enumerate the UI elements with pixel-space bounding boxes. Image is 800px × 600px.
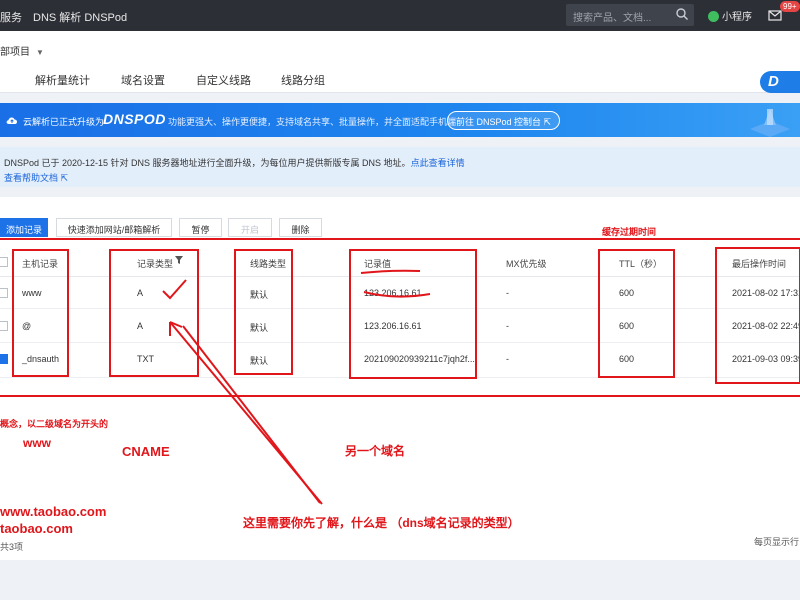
page-size-label: 每页显示行 — [754, 537, 800, 547]
search-placeholder: 搜索产品、文档... — [573, 13, 652, 24]
enable-button[interactable]: 开启 — [228, 218, 272, 237]
select-all-checkbox[interactable] — [0, 257, 8, 267]
search-icon[interactable] — [675, 7, 689, 21]
cloud-upload-icon — [6, 117, 18, 124]
notice-line: DNSPod 已于 2020-12-15 针对 DNS 服务器地址进行全面升级，… — [4, 156, 465, 169]
cell-value: 123.206.16.61 — [364, 288, 422, 298]
tab-custom-lines[interactable]: 自定义线路 — [196, 72, 251, 88]
delete-button[interactable]: 删除 — [279, 218, 322, 237]
cell-time: 2021-08-02 17:31 — [732, 288, 800, 298]
cell-line: 默认 — [250, 290, 269, 300]
pause-button[interactable]: 暂停 — [179, 218, 222, 237]
row-checkbox-checked[interactable] — [0, 354, 8, 364]
row-divider — [0, 342, 800, 343]
cell-value: 123.206.16.61 — [364, 321, 422, 331]
column-type: 记录类型 — [137, 259, 174, 269]
cell-type: TXT — [137, 354, 154, 364]
row-checkbox[interactable] — [0, 288, 8, 298]
cell-type: A — [137, 288, 144, 298]
filter-icon[interactable] — [174, 255, 184, 265]
tab-line-groups[interactable]: 线路分组 — [281, 72, 325, 88]
add-record-button[interactable]: 添加记录 — [0, 218, 48, 237]
chevron-down-icon: ▼ — [36, 48, 44, 57]
cell-host[interactable]: @ — [22, 321, 31, 331]
column-last-modified: 最后操作时间 — [732, 259, 787, 269]
product-name[interactable]: DNS 解析 DNSPod — [33, 9, 127, 25]
records-panel: 添加记录 快速添加网站/邮箱解析 暂停 开启 删除 主机记录 记录类型 线路类型… — [0, 197, 800, 560]
column-ttl: TTL（秒） — [619, 259, 663, 269]
banner-text: 云解析已正式升级为 — [23, 117, 105, 127]
go-dnspod-console-label: 前往 DNSPod 控制台 — [456, 117, 542, 127]
header-divider — [0, 276, 800, 277]
cell-mx: - — [506, 321, 509, 331]
project-selector[interactable]: 部项目 ▼ — [0, 43, 44, 58]
column-value: 记录值 — [364, 259, 392, 269]
total-count: 共3项 — [0, 542, 24, 552]
column-line: 线路类型 — [250, 259, 287, 269]
banner-description: 功能更强大、操作更便捷，支持域名共享、批量操作，并全面适配手机端 — [168, 117, 457, 127]
column-mx: MX优先级 — [506, 259, 547, 269]
page-header: 部项目 ▼ 解析量统计 域名设置 自定义线路 线路分组 D — [0, 31, 800, 93]
cell-mx: - — [506, 288, 509, 298]
cell-mx: - — [506, 354, 509, 364]
cell-ttl: 600 — [619, 288, 635, 298]
dnspod-brand: DNSPOD — [103, 111, 166, 127]
services-link[interactable]: 服务 — [0, 9, 22, 25]
row-divider — [0, 308, 800, 309]
notice-details-link[interactable]: 点此查看详情 — [411, 158, 465, 168]
search-input[interactable]: 搜索产品、文档... — [566, 4, 694, 26]
cell-line: 默认 — [250, 323, 269, 333]
annotation-cache-expiry: 缓存过期时间 — [602, 227, 657, 237]
row-divider — [0, 377, 800, 378]
row-checkbox[interactable] — [0, 321, 8, 331]
dnspod-logo: D — [760, 71, 800, 93]
cell-time: 2021-08-02 22:49 — [732, 321, 800, 331]
go-dnspod-console-button[interactable]: 前往 DNSPod 控制台 ⇱ — [447, 111, 561, 130]
annotation-url-1: www.taobao.com — [0, 504, 107, 519]
banner-decoration-icon — [750, 109, 790, 137]
cell-ttl: 600 — [619, 354, 635, 364]
annotation-concept: 概念，以二级域名为开头的 — [0, 419, 109, 429]
annotation-url-2: taobao.com — [0, 521, 73, 536]
cell-value: 202109020939211c7jqh2f... — [364, 354, 475, 364]
cell-line: 默认 — [250, 356, 269, 366]
column-host: 主机记录 — [22, 259, 59, 269]
annotation-another-domain: 另一个域名 — [345, 444, 406, 458]
tab-stats[interactable]: 解析量统计 — [35, 72, 90, 88]
mini-program-icon — [708, 11, 719, 22]
mini-program-label: 小程序 — [722, 12, 752, 23]
cell-host[interactable]: _dnsauth — [22, 354, 59, 364]
cell-type: A — [137, 321, 144, 331]
notice-text: DNSPod 已于 2020-12-15 针对 DNS 服务器地址进行全面升级，… — [4, 158, 411, 168]
tab-domain-settings[interactable]: 域名设置 — [121, 72, 165, 88]
annotation-explanation: 这里需要你先了解，什么是 （dns域名记录的类型） — [243, 516, 520, 530]
dns-upgrade-notice: DNSPod 已于 2020-12-15 针对 DNS 服务器地址进行全面升级，… — [0, 147, 800, 187]
external-link-icon: ⇱ — [60, 173, 69, 183]
mini-program-button[interactable]: 小程序 — [708, 8, 752, 23]
project-label: 部项目 — [0, 47, 30, 58]
top-navigation-bar: 服务 DNS 解析 DNSPod 搜索产品、文档... 小程序 99+ — [0, 0, 800, 31]
annotation-cname: CNAME — [122, 444, 170, 459]
mail-badge: 99+ — [780, 1, 800, 12]
help-docs-label: 查看帮助文档 — [4, 173, 59, 183]
upgrade-banner: 云解析已正式升级为 DNSPOD 功能更强大、操作更便捷，支持域名共享、批量操作… — [0, 103, 800, 137]
quick-add-button[interactable]: 快速添加网站/邮箱解析 — [56, 218, 172, 237]
cell-time: 2021-09-03 09:39 — [732, 354, 800, 364]
cell-host[interactable]: www — [22, 288, 42, 298]
cell-ttl: 600 — [619, 321, 635, 331]
help-docs-link[interactable]: 查看帮助文档 ⇱ — [4, 171, 68, 184]
external-link-icon: ⇱ — [543, 117, 552, 127]
annotation-www: www — [23, 436, 52, 450]
